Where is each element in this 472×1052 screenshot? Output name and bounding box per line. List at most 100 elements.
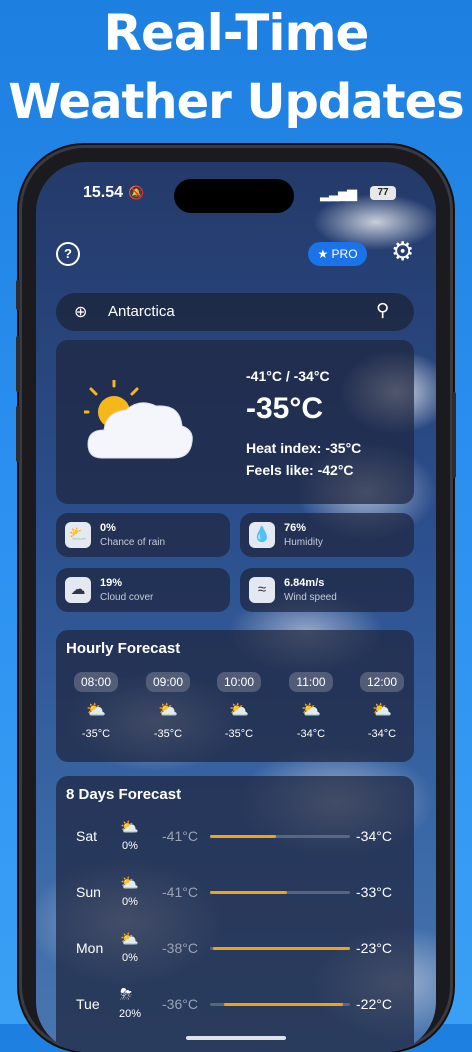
day-name: Sun	[76, 884, 101, 900]
stat-value: 76%	[284, 522, 307, 534]
precipitation-chance: 0%	[122, 896, 138, 908]
temperature-range-fill	[210, 891, 287, 894]
temperature-range-bar	[210, 835, 350, 838]
status-time: 15.54	[83, 184, 124, 201]
stat-value: 6.84m/s	[284, 577, 325, 589]
silent-bell-icon: 🔕	[128, 185, 145, 200]
stat-value: 19%	[100, 577, 123, 589]
pro-button[interactable]: ★ PRO	[308, 242, 367, 266]
low-temperature: -38°C	[162, 940, 198, 956]
wifi-icon: ◕	[346, 184, 355, 200]
hour-temperature: -35°C	[153, 728, 183, 740]
water-drop-icon: 💧	[249, 522, 275, 548]
headline-line-2: Weather Updates	[8, 74, 464, 130]
partly-cloudy-icon: ⛅	[229, 702, 249, 719]
current-weather-card: -41°C / -34°C -35°C Heat index: -35°C Fe…	[56, 340, 414, 504]
headline: Real-Time Weather Updates	[0, 8, 472, 126]
high-temperature: -33°C	[356, 884, 392, 900]
partly-cloudy-icon: ⛅	[372, 702, 392, 719]
search-icon[interactable]: ⚲	[376, 300, 389, 321]
hourly-forecast-card: Hourly Forecast 08:00 ⛅ -35°C 09:00 ⛅ -3…	[56, 630, 414, 762]
partly-cloudy-icon: ⛅	[120, 875, 139, 892]
wind-icon: ≈	[249, 577, 275, 603]
rain-cloud-icon: ⛅	[65, 522, 91, 548]
partly-cloudy-icon: ⛅	[120, 931, 139, 948]
hour-time: 08:00	[73, 672, 119, 692]
stat-label: Wind speed	[284, 592, 337, 603]
location-name: Antarctica	[108, 303, 175, 320]
hour-time: 10:00	[216, 672, 262, 692]
hour-time: 09:00	[145, 672, 191, 692]
stat-label: Humidity	[284, 537, 323, 548]
daily-forecast-card: 8 Days Forecast Sat ⛅ 0% -41°C -34°C Sun…	[56, 776, 414, 1052]
stat-humidity: 💧 76% Humidity	[240, 513, 414, 557]
day-name: Sat	[76, 828, 98, 844]
location-search-bar[interactable]: ⊕ Antarctica ⚲	[56, 293, 414, 331]
volume-up-button	[16, 336, 20, 392]
side-button	[452, 392, 456, 478]
partly-cloudy-icon: ⛅	[158, 702, 178, 719]
temperature-range-bar	[210, 947, 350, 950]
help-icon[interactable]: ?	[56, 242, 80, 266]
temperature-range-fill	[210, 835, 276, 838]
daily-row[interactable]: Mon ⛅ 0% -38°C -23°C	[56, 926, 414, 978]
hourly-item[interactable]: 08:00 ⛅ -35°C	[68, 672, 124, 740]
daily-row[interactable]: Sat ⛅ 0% -41°C -34°C	[56, 814, 414, 866]
precipitation-chance: 0%	[122, 952, 138, 964]
stat-label: Chance of rain	[100, 537, 166, 548]
hour-temperature: -35°C	[81, 728, 111, 740]
daily-forecast-title: 8 Days Forecast	[66, 786, 182, 803]
high-temperature: -34°C	[356, 828, 392, 844]
daily-row[interactable]: Sun ⛅ 0% -41°C -33°C	[56, 870, 414, 922]
mute-switch	[16, 280, 20, 310]
hourly-item[interactable]: 09:00 ⛅ -35°C	[140, 672, 196, 740]
dynamic-island	[174, 179, 294, 213]
pro-label: PRO	[331, 247, 358, 261]
hourly-item[interactable]: 10:00 ⛅ -35°C	[211, 672, 267, 740]
low-temperature: -41°C	[162, 828, 198, 844]
status-bar: 15.54 🔕 ▂▃▅▆ ◕ 77	[36, 162, 436, 213]
low-temperature: -36°C	[162, 996, 198, 1012]
hour-time: 12:00	[359, 672, 405, 692]
precipitation-chance: 0%	[122, 840, 138, 852]
stat-cloud-cover: ☁ 19% Cloud cover	[56, 568, 230, 612]
min-max-temperature: -41°C / -34°C	[246, 368, 330, 384]
current-temperature: -35°C	[246, 392, 324, 425]
temperature-range-bar	[210, 1003, 350, 1006]
day-name: Tue	[76, 996, 100, 1012]
hour-temperature: -35°C	[224, 728, 254, 740]
star-icon: ★	[317, 247, 329, 261]
hourly-item[interactable]: 12:00 ⛅ -34°C	[354, 672, 410, 740]
app-screen: 15.54 🔕 ▂▃▅▆ ◕ 77 ? ★ PRO ⚙ ⊕ Antarctica…	[36, 162, 436, 1052]
heat-index: Heat index: -35°C	[246, 440, 362, 456]
hour-temperature: -34°C	[367, 728, 397, 740]
location-pin-icon: ⊕	[74, 304, 88, 321]
high-temperature: -23°C	[356, 940, 392, 956]
day-name: Mon	[76, 940, 104, 956]
rain-cloud-icon: ⛈	[120, 986, 133, 1003]
cloud-icon: ☁	[65, 577, 91, 603]
partly-cloudy-icon	[84, 380, 193, 459]
precipitation-chance: 20%	[118, 1008, 142, 1020]
battery-icon: 77	[370, 186, 396, 200]
home-indicator	[186, 1036, 286, 1040]
hour-time: 11:00	[289, 672, 333, 692]
hourly-item[interactable]: 11:00 ⛅ -34°C	[283, 672, 339, 740]
stat-value: 0%	[100, 522, 116, 534]
partly-cloudy-icon: ⛅	[86, 702, 106, 719]
phone-frame: 15.54 🔕 ▂▃▅▆ ◕ 77 ? ★ PRO ⚙ ⊕ Antarctica…	[16, 148, 456, 1052]
daily-row[interactable]: Tue ⛈ 20% -36°C -22°C	[56, 982, 414, 1034]
hourly-forecast-title: Hourly Forecast	[66, 640, 181, 657]
feels-like: Feels like: -42°C	[246, 462, 354, 478]
temperature-range-fill	[224, 1003, 343, 1006]
high-temperature: -22°C	[356, 996, 392, 1012]
temperature-range-bar	[210, 891, 350, 894]
partly-cloudy-icon: ⛅	[120, 819, 139, 836]
temperature-range-fill	[212, 947, 350, 950]
hour-temperature: -34°C	[296, 728, 326, 740]
low-temperature: -41°C	[162, 884, 198, 900]
stat-wind-speed: ≈ 6.84m/s Wind speed	[240, 568, 414, 612]
partly-cloudy-icon: ⛅	[301, 702, 321, 719]
gear-icon[interactable]: ⚙	[391, 238, 414, 264]
volume-down-button	[16, 406, 20, 462]
